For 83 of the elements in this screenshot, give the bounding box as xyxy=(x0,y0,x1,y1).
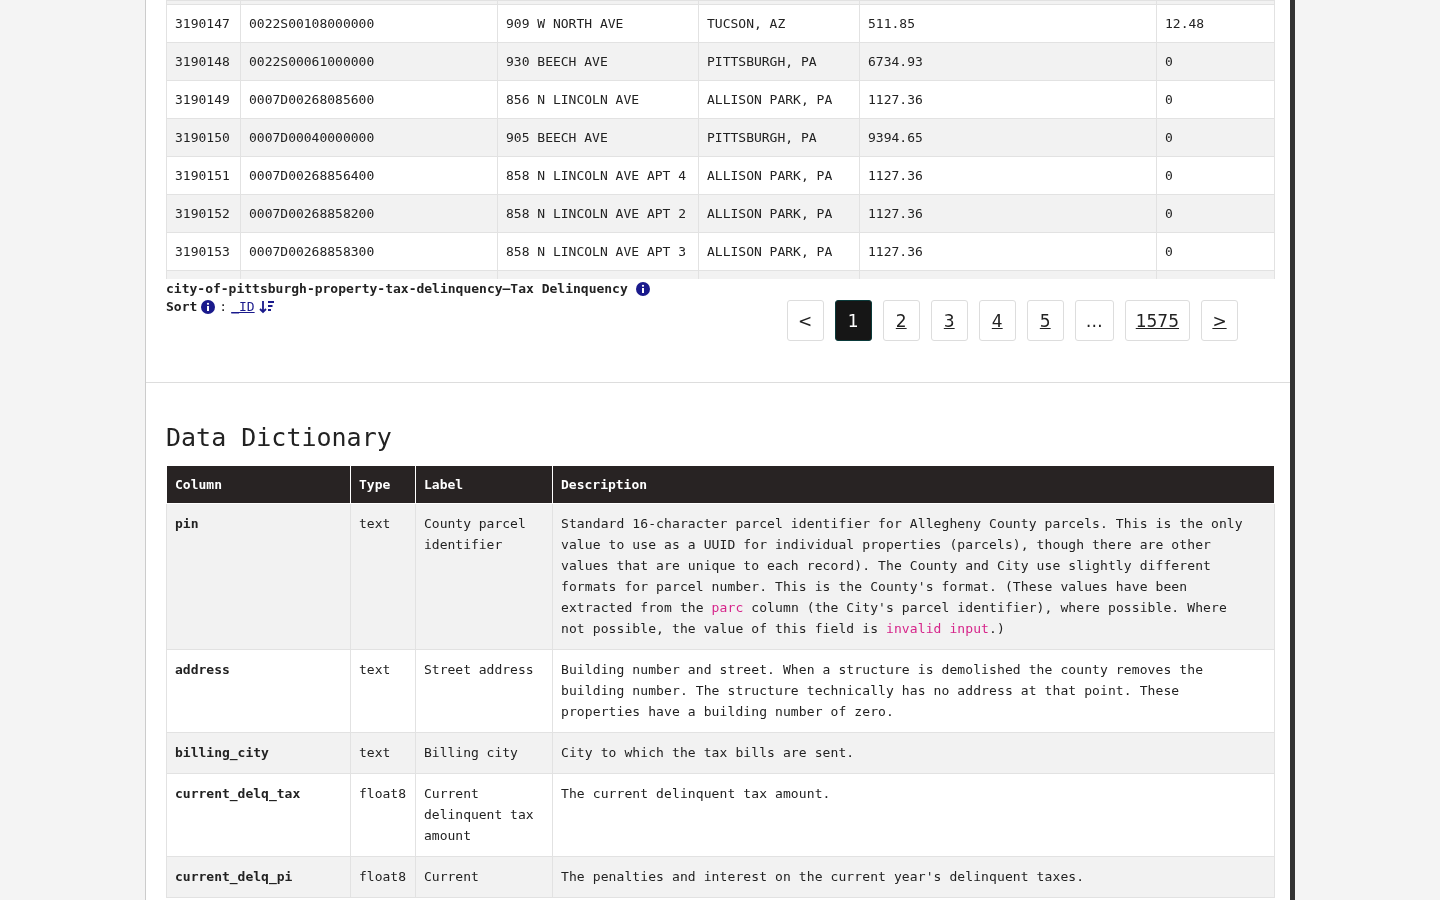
table-cell: 9394.65 xyxy=(859,118,1157,157)
table-cell: The current delinquent tax amount. xyxy=(552,773,1275,857)
info-icon[interactable] xyxy=(201,299,216,314)
sort-field-link[interactable]: _ID xyxy=(231,299,255,314)
table-cell: 909 W NORTH AVE xyxy=(497,4,699,43)
table-cell: Current delinquent tax amount xyxy=(415,773,553,857)
table-cell: City to which the tax bills are sent. xyxy=(552,732,1275,774)
table-cell: text xyxy=(350,649,416,733)
table-cell: 3190147 xyxy=(166,4,241,43)
table-cell: text xyxy=(350,503,416,650)
table-cell: 0 xyxy=(1156,80,1275,119)
table-cell: 1127.36 xyxy=(859,156,1157,195)
table-cell: 0007D00268858200 xyxy=(240,194,498,233)
table-cell: 3190150 xyxy=(166,118,241,157)
column-header: Column xyxy=(166,466,351,504)
table-cell: Street address xyxy=(415,649,553,733)
table-cell: PITTSBURGH, PA xyxy=(698,118,860,157)
table-cell: 856 N LINCOLN AVE xyxy=(497,80,699,119)
table-cell: 0 xyxy=(1156,232,1275,271)
page-button[interactable]: 3 xyxy=(930,300,968,341)
column-header: Type xyxy=(350,466,416,504)
table-cell: County parcel identifier xyxy=(415,503,553,650)
table-cell: 0022S00108000000 xyxy=(240,4,498,43)
column-header: Description xyxy=(552,466,1275,504)
page-button[interactable]: 5 xyxy=(1026,300,1064,341)
table-cell: 930 BEECH AVE xyxy=(497,42,699,81)
table-cell: 1127.36 xyxy=(859,80,1157,119)
table-cell: 858 N LINCOLN AVE APT 3 xyxy=(497,232,699,271)
page-button[interactable]: 4 xyxy=(978,300,1016,341)
table-cell: Standard 16-character parcel identifier for Allegheny County parcels. This is the only value to use as a UUID for individual properties (parcels), though there are other values that are unique to each record). The County and City use slightly different formats for parcel number. This is the County's format. (These values have been extracted from the parc column (the City's parcel identifier), where possible. Where not possible, the value of this field is invalid input.) xyxy=(552,503,1275,650)
table-cell: ALLISON PARK, PA xyxy=(698,194,860,233)
section-heading: Data Dictionary xyxy=(166,423,392,452)
dataset-title: city-of-pittsburgh-property-tax-delinquency—Tax Delinquency xyxy=(166,281,628,296)
table-cell: 3190148 xyxy=(166,42,241,81)
table-cell: Building number and street. When a structure is demolished the county removes the building number. The structure technically has no address at that point. These properties have a building number of zero. xyxy=(552,649,1275,733)
table-cell: address xyxy=(166,649,351,733)
page-button[interactable]: 1575 xyxy=(1124,300,1190,341)
sort-descending-icon[interactable] xyxy=(258,299,275,314)
table-cell: 6734.93 xyxy=(859,42,1157,81)
table-cell: float8 xyxy=(350,856,416,898)
table-cell: ALLISON PARK, PA xyxy=(698,156,860,195)
table-cell: text xyxy=(350,732,416,774)
table-cell: TUCSON, AZ xyxy=(698,4,860,43)
table-cell: 0007D00268856400 xyxy=(240,156,498,195)
table-cell: 0007D00040000000 xyxy=(240,118,498,157)
table-cell: current_delq_tax xyxy=(166,773,351,857)
table-cell: 0007D00268858300 xyxy=(240,232,498,271)
table-cell: float8 xyxy=(350,773,416,857)
table-cell: 905 BEECH AVE xyxy=(497,118,699,157)
table-cell: 0 xyxy=(1156,118,1275,157)
table-cell: PITTSBURGH, PA xyxy=(698,42,860,81)
table-cell: Current xyxy=(415,856,553,898)
table-cell: billing_city xyxy=(166,732,351,774)
separator: : xyxy=(219,299,228,314)
table-cell: 0007D00268085600 xyxy=(240,80,498,119)
column-header: Label xyxy=(415,466,553,504)
table-cell: Billing city xyxy=(415,732,553,774)
info-icon[interactable] xyxy=(635,281,650,296)
table-cell: 858 N LINCOLN AVE APT 4 xyxy=(497,156,699,195)
table-cell: 1127.36 xyxy=(859,194,1157,233)
table-cell: 858 N LINCOLN AVE APT 2 xyxy=(497,194,699,233)
page-button[interactable]: 1 xyxy=(834,300,872,341)
table-cell: 3190152 xyxy=(166,194,241,233)
table-cell: 0022S00061000000 xyxy=(240,42,498,81)
table-cell: 3190151 xyxy=(166,156,241,195)
table-cell: pin xyxy=(166,503,351,650)
next-page-button[interactable]: > xyxy=(1201,300,1238,341)
table-cell: The penalties and interest on the current year's delinquent taxes. xyxy=(552,856,1275,898)
table-cell: 1127.36 xyxy=(859,232,1157,271)
table-cell: 511.85 xyxy=(859,4,1157,43)
page-button[interactable]: 2 xyxy=(882,300,920,341)
table-cell: ALLISON PARK, PA xyxy=(698,80,860,119)
table-cell: 3190153 xyxy=(166,232,241,271)
table-cell: 0 xyxy=(1156,194,1275,233)
table-cell: ALLISON PARK, PA xyxy=(698,232,860,271)
ellipsis-button[interactable]: … xyxy=(1074,300,1114,341)
sort-label: Sort xyxy=(166,299,198,314)
table-cell: 0 xyxy=(1156,156,1275,195)
previous-page-button[interactable]: < xyxy=(786,300,824,341)
table-cell: 0 xyxy=(1156,42,1275,81)
table-cell: 12.48 xyxy=(1156,4,1275,43)
table-cell: 3190149 xyxy=(166,80,241,119)
table-cell: current_delq_pi xyxy=(166,856,351,898)
